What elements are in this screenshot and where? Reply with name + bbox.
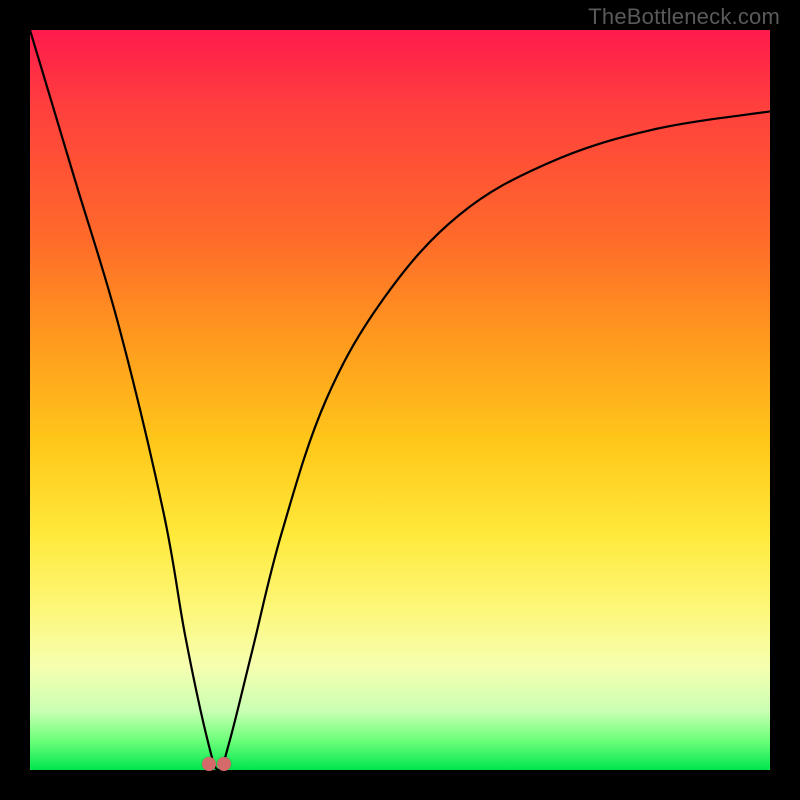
watermark-text: TheBottleneck.com <box>588 4 780 30</box>
chart-frame: TheBottleneck.com <box>0 0 800 800</box>
plot-area <box>30 30 770 770</box>
curve-svg <box>30 30 770 770</box>
marker-dot-1 <box>217 757 231 771</box>
bottleneck-curve-path <box>30 30 770 770</box>
